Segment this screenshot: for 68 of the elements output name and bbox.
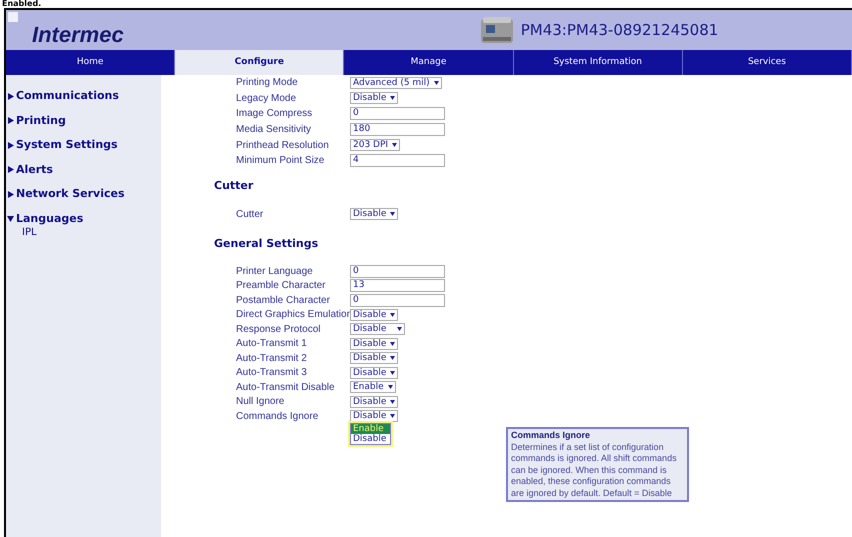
field-label: Postamble Character: [235, 294, 331, 308]
dropdown-field[interactable]: Disable: [350, 338, 398, 350]
nav-tab[interactable]: Configure: [175, 50, 344, 75]
tooltip-text: Determines if a set list of configuration commands is ignored. All shift commands can be ignored. When this command is enabled, these configuration commands are ignored by default. Default = Disable: [511, 442, 678, 499]
sidebar-item[interactable]: Network Services: [16, 186, 124, 202]
text-field[interactable]: 0: [350, 264, 445, 278]
field-label: Response Protocol: [235, 322, 322, 337]
sidebar-item[interactable]: Languages: [16, 210, 84, 227]
caret-icon: [388, 385, 393, 390]
sidebar-item[interactable]: System Settings: [16, 137, 118, 154]
dropdown-field[interactable]: Disable: [350, 410, 398, 422]
dropdown-field[interactable]: 203 DPI: [350, 139, 400, 152]
nav-tab[interactable]: System Information: [514, 50, 683, 75]
text-field[interactable]: 4: [350, 154, 445, 168]
field-label: Printhead Resolution: [235, 138, 330, 153]
caret-icon: [392, 143, 398, 148]
logo-square-icon: [8, 12, 18, 22]
field-label: Auto-Transmit 1: [235, 337, 308, 352]
device-name: PM43:PM43-08921245081: [520, 20, 718, 41]
text-field[interactable]: 0: [350, 107, 445, 120]
dropdown-option[interactable]: Enable: [351, 424, 390, 434]
tooltip-title: Commands Ignore: [511, 430, 592, 442]
field-label: Printer Language: [235, 264, 314, 279]
dropdown-field[interactable]: Advanced (5 mil): [350, 76, 442, 89]
caret-icon: [390, 342, 396, 346]
dropdown-field[interactable]: Disable: [350, 308, 398, 321]
field-label: Auto-Transmit Disable: [235, 380, 336, 395]
dropdown-field[interactable]: Disable: [350, 323, 405, 336]
text-field[interactable]: 13: [350, 279, 445, 292]
field-label: Auto-Transmit 2: [235, 352, 308, 366]
field-label: Minimum Point Size: [235, 154, 326, 168]
nav-tab[interactable]: Manage: [344, 50, 514, 75]
nav-tab[interactable]: Services: [682, 50, 852, 75]
dropdown-field[interactable]: Disable: [350, 366, 398, 379]
caret-icon: [390, 370, 396, 375]
caret-icon: [390, 212, 396, 216]
field-label: Commands Ignore: [235, 410, 320, 424]
caret-icon: [397, 327, 402, 332]
field-label: Auto-Transmit 3: [235, 366, 308, 380]
field-label: Media Sensitivity: [235, 123, 312, 138]
caret-icon: [390, 414, 396, 418]
caption-text: Enabled.: [2, 0, 42, 8]
text-field[interactable]: 180: [350, 123, 445, 136]
logo: Intermec: [32, 20, 124, 48]
field-label: Preamble Character: [235, 279, 326, 294]
sidebar-item[interactable]: Communications: [16, 88, 119, 104]
dropdown-field[interactable]: Disable: [350, 352, 398, 364]
sidebar-item[interactable]: Alerts: [16, 162, 53, 178]
caret-icon: [390, 356, 396, 360]
printer-icon: [478, 15, 515, 45]
section-heading: General Settings: [214, 236, 318, 252]
field-label: Image Compress: [235, 107, 314, 122]
caret-icon: [434, 80, 439, 85]
sidebar-item[interactable]: Printing: [16, 112, 66, 129]
text-field[interactable]: 0: [350, 294, 445, 307]
dropdown-field[interactable]: Disable: [350, 92, 398, 104]
caret-icon: [390, 400, 396, 404]
dropdown-field[interactable]: Enable: [350, 381, 396, 394]
field-label: Printing Mode: [235, 76, 299, 90]
dropdown-field[interactable]: Disable: [350, 208, 398, 220]
caret-icon: [390, 96, 396, 100]
field-label: Null Ignore: [235, 395, 286, 410]
dropdown-field[interactable]: Disable: [350, 396, 398, 408]
section-heading: Cutter: [214, 178, 254, 194]
field-label: Cutter: [235, 208, 264, 222]
sidebar-subitem[interactable]: IPL: [22, 227, 37, 238]
field-label: Legacy Mode: [235, 92, 298, 106]
caret-icon: [390, 312, 396, 317]
